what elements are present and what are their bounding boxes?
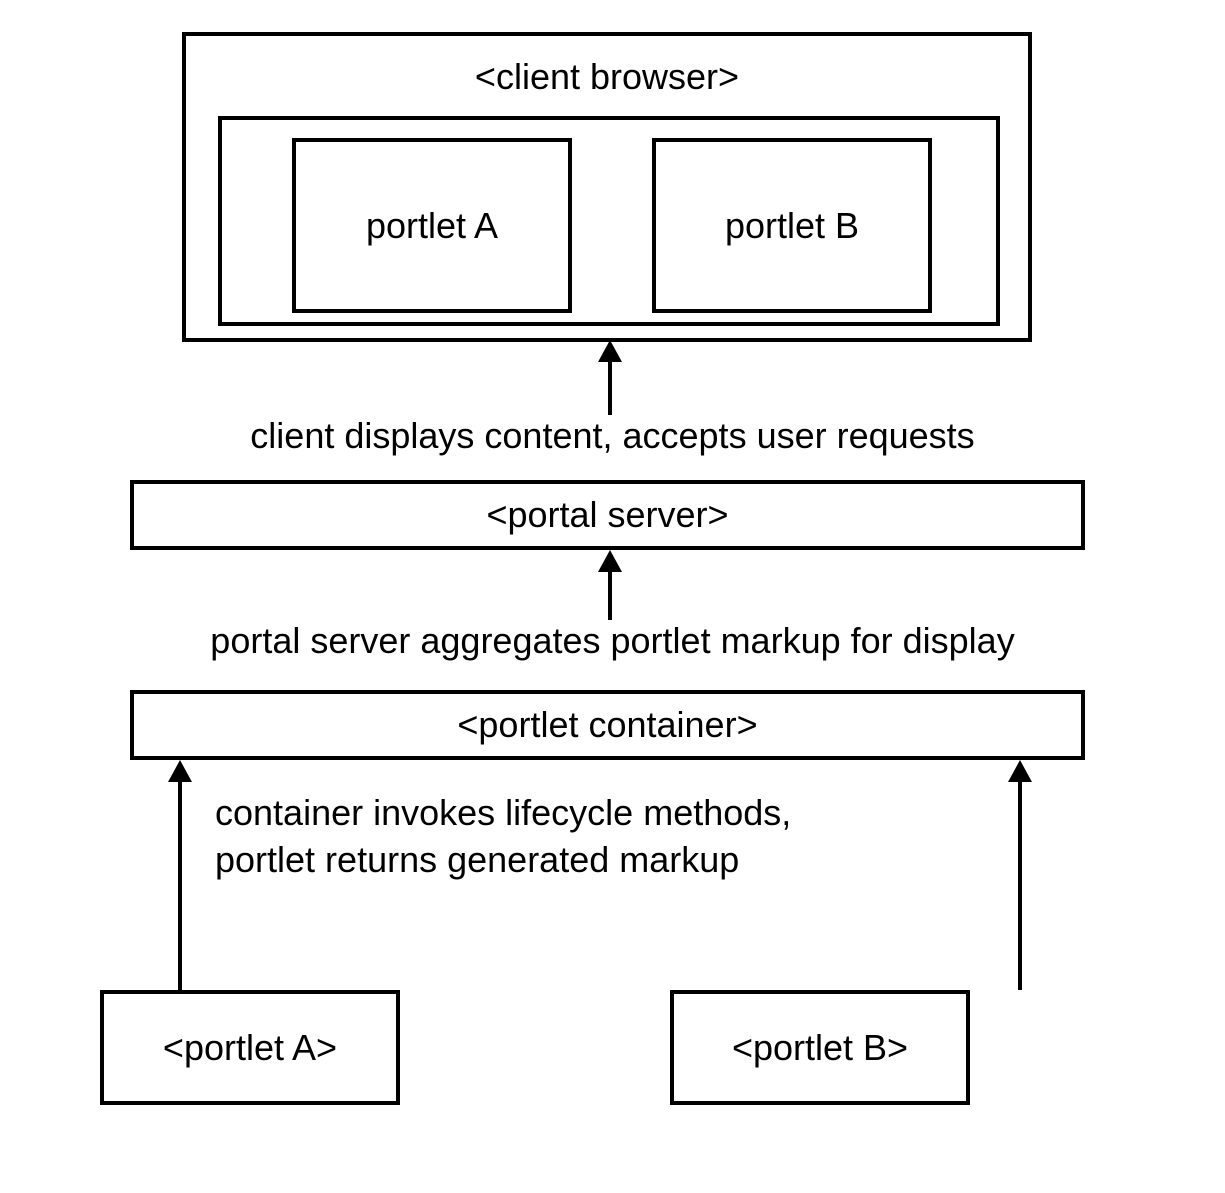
portlet-window-a: portlet A: [292, 138, 572, 313]
portlet-container-label: <portlet container>: [457, 704, 757, 746]
arrow-from-portlet-a-icon: [160, 760, 200, 990]
architecture-diagram: <client browser> portlet A portlet B cli…: [0, 0, 1225, 1193]
arrow-to-browser-icon: [590, 340, 630, 415]
client-browser-inner: portlet A portlet B: [218, 116, 1000, 326]
portlet-a-box: <portlet A>: [100, 990, 400, 1105]
portlet-a-box-label: <portlet A>: [163, 1027, 337, 1069]
arrow-to-server-icon: [590, 550, 630, 620]
arrow-from-portlet-b-icon: [1000, 760, 1040, 990]
flow-label-container-line2: portlet returns generated markup: [215, 837, 985, 884]
portal-server-box: <portal server>: [130, 480, 1085, 550]
portlet-b-box: <portlet B>: [670, 990, 970, 1105]
flow-label-server: portal server aggregates portlet markup …: [0, 620, 1225, 662]
client-browser-box: <client browser> portlet A portlet B: [182, 32, 1032, 342]
flow-label-container-line1: container invokes lifecycle methods,: [215, 790, 985, 837]
portlet-container-box: <portlet container>: [130, 690, 1085, 760]
flow-label-client: client displays content, accepts user re…: [0, 415, 1225, 457]
portlet-b-label: portlet B: [725, 205, 859, 247]
client-browser-title: <client browser>: [186, 56, 1028, 98]
flow-label-container: container invokes lifecycle methods, por…: [215, 790, 985, 884]
portlet-b-box-label: <portlet B>: [732, 1027, 908, 1069]
portal-server-label: <portal server>: [486, 494, 728, 536]
portlet-window-b: portlet B: [652, 138, 932, 313]
portlet-a-label: portlet A: [366, 205, 498, 247]
